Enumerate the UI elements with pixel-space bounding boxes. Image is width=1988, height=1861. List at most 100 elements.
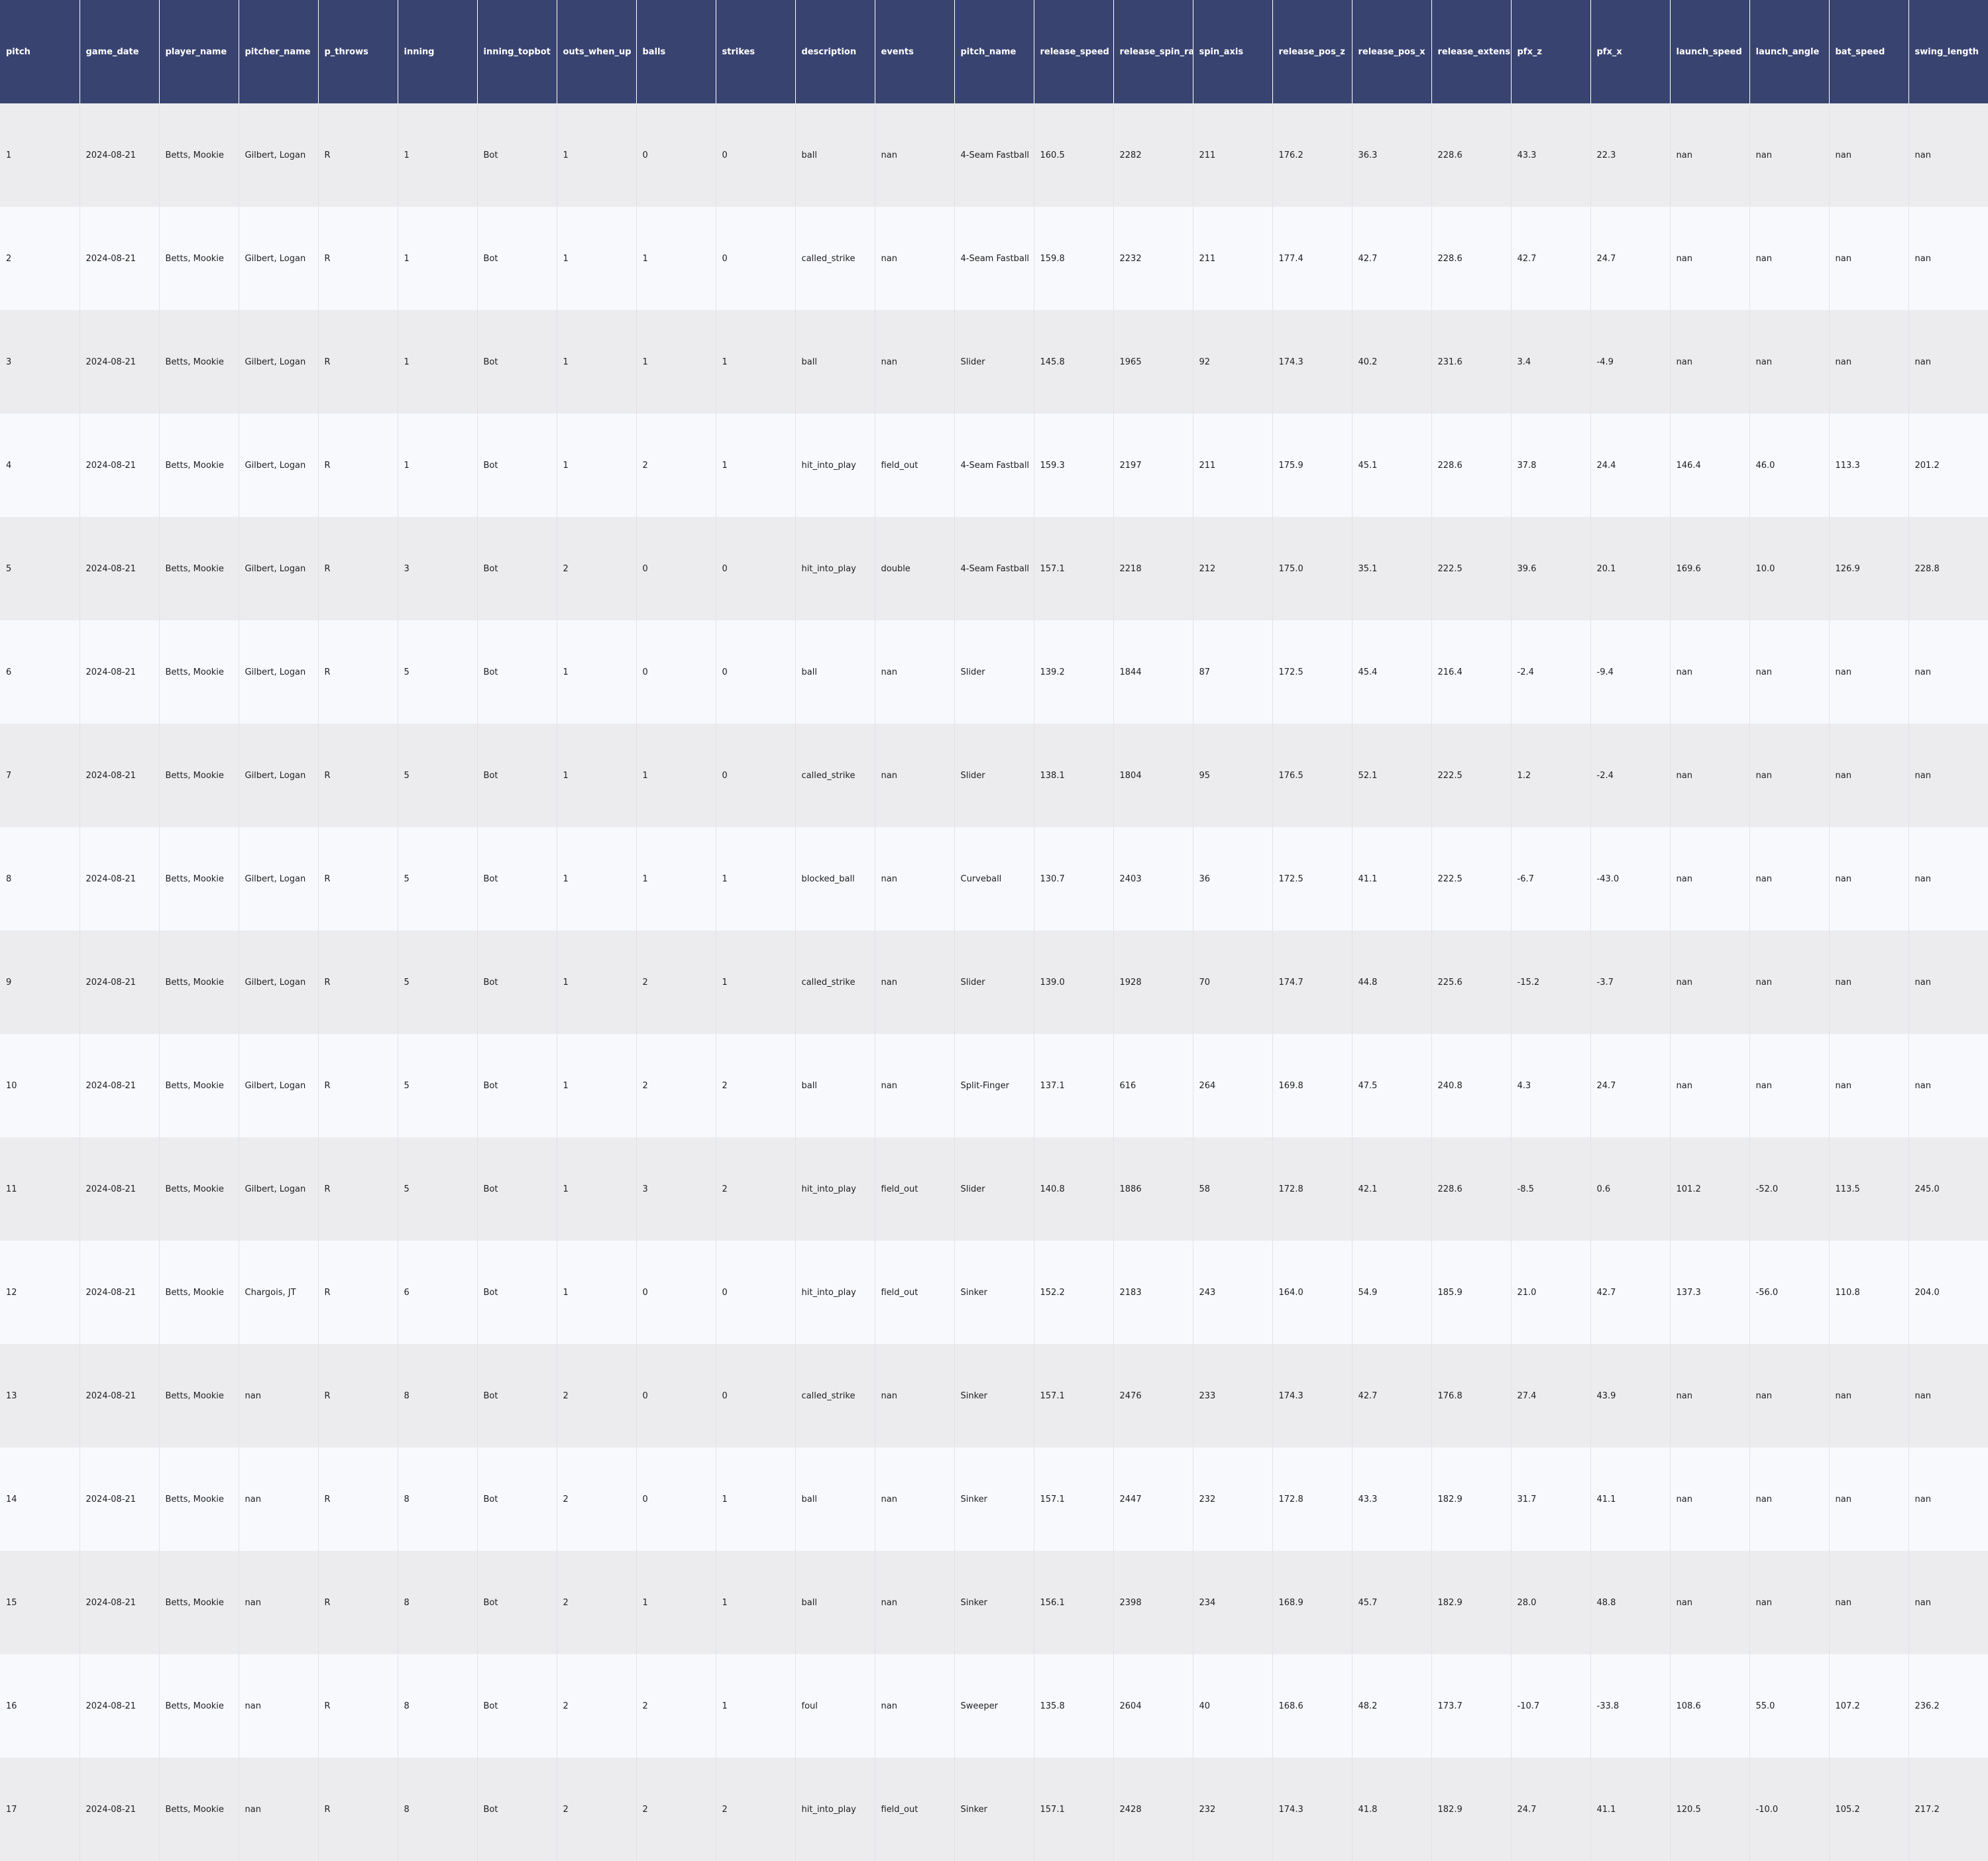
cell-pitch: 7 xyxy=(0,724,80,827)
cell-release-pos-x: 45.4 xyxy=(1352,620,1432,724)
cell-pitcher-name: Gilbert, Logan xyxy=(239,414,319,517)
cell-p-throws: R xyxy=(318,1654,398,1758)
column-header-p-throws[interactable]: p_throws xyxy=(318,0,398,103)
cell-launch-angle: nan xyxy=(1749,930,1830,1034)
column-header-spin-axis[interactable]: spin_axis xyxy=(1193,0,1273,103)
cell-release-spin-rate: 2197 xyxy=(1113,414,1193,517)
cell-pitch: 6 xyxy=(0,620,80,724)
column-header-strikes[interactable]: strikes xyxy=(716,0,796,103)
column-header-release-speed[interactable]: release_speed xyxy=(1034,0,1114,103)
table-row[interactable]: 16 2024-08-21 Betts, Mookie nan R 8 Bot 2 2 1 foul… xyxy=(0,1654,1988,1758)
table-row[interactable]: 14 2024-08-21 Betts, Mookie nan R 8 Bot 2 0 1 ball… xyxy=(0,1447,1988,1551)
column-header-bat-speed[interactable]: bat_speed xyxy=(1829,0,1909,103)
table-row[interactable]: 12 2024-08-21 Betts, Mookie Chargois, JT R 6 B… xyxy=(0,1241,1988,1344)
column-header-events[interactable]: events xyxy=(875,0,955,103)
cell-pitch: 9 xyxy=(0,930,80,1034)
table-row[interactable]: 4 2024-08-21 Betts, Mookie Gilbert, Logan R 1… xyxy=(0,414,1988,517)
cell-strikes: 1 xyxy=(716,414,796,517)
cell-launch-angle: 55.0 xyxy=(1749,1654,1830,1758)
cell-player-name: Betts, Mookie xyxy=(159,827,239,930)
cell-p-throws: R xyxy=(318,103,398,207)
cell-swing-length: nan xyxy=(1908,724,1988,827)
cell-bat-speed: 113.3 xyxy=(1829,414,1909,517)
column-header-launch-angle[interactable]: launch_angle xyxy=(1749,0,1830,103)
cell-pfx-z: 1.2 xyxy=(1511,724,1591,827)
cell-release-pos-x: 48.2 xyxy=(1352,1654,1432,1758)
column-header-release-extension[interactable]: release_extension xyxy=(1431,0,1512,103)
cell-release-spin-rate: 1804 xyxy=(1113,724,1193,827)
cell-launch-angle: -10.0 xyxy=(1749,1758,1830,1861)
column-header-release-pos-x[interactable]: release_pos_x xyxy=(1352,0,1432,103)
cell-strikes: 1 xyxy=(716,1551,796,1654)
column-header-inning[interactable]: inning xyxy=(398,0,478,103)
cell-events: field_out xyxy=(875,1241,955,1344)
column-header-pitch[interactable]: pitch xyxy=(0,0,80,103)
column-header-game-date[interactable]: game_date xyxy=(80,0,160,103)
table-row[interactable]: 8 2024-08-21 Betts, Mookie Gilbert, Logan R 5… xyxy=(0,827,1988,930)
cell-inning: 5 xyxy=(398,620,478,724)
cell-release-extension: 176.8 xyxy=(1431,1344,1512,1447)
cell-strikes: 1 xyxy=(716,827,796,930)
cell-balls: 1 xyxy=(636,1551,716,1654)
cell-bat-speed: nan xyxy=(1829,827,1909,930)
table-row[interactable]: 2 2024-08-21 Betts, Mookie Gilbert, Logan R 1… xyxy=(0,207,1988,310)
column-header-launch-speed[interactable]: launch_speed xyxy=(1670,0,1750,103)
column-header-release-pos-z[interactable]: release_pos_z xyxy=(1272,0,1353,103)
column-header-description[interactable]: description xyxy=(795,0,875,103)
cell-swing-length: nan xyxy=(1908,103,1988,207)
cell-inning: 1 xyxy=(398,310,478,414)
cell-pitch-name: Sinker xyxy=(954,1344,1034,1447)
column-header-swing-length[interactable]: swing_length xyxy=(1908,0,1988,103)
cell-inning: 5 xyxy=(398,827,478,930)
cell-release-spin-rate: 2282 xyxy=(1113,103,1193,207)
cell-swing-length: 217.2 xyxy=(1908,1758,1988,1861)
cell-bat-speed: 105.2 xyxy=(1829,1758,1909,1861)
column-header-release-spin-rate[interactable]: release_spin_rate xyxy=(1113,0,1193,103)
cell-inning: 8 xyxy=(398,1551,478,1654)
cell-pfx-x: 0.6 xyxy=(1590,1137,1671,1241)
table-row[interactable]: 11 2024-08-21 Betts, Mookie Gilbert, Logan R… xyxy=(0,1137,1988,1241)
column-header-pfx-x[interactable]: pfx_x xyxy=(1590,0,1671,103)
table-row[interactable]: 17 2024-08-21 Betts, Mookie nan R 8 Bot 2 2 2 hit_… xyxy=(0,1758,1988,1861)
column-header-balls[interactable]: balls xyxy=(636,0,716,103)
cell-release-speed: 152.2 xyxy=(1034,1241,1114,1344)
cell-release-extension: 228.6 xyxy=(1431,414,1512,517)
column-header-inning-topbot[interactable]: inning_topbot xyxy=(477,0,557,103)
table-row[interactable]: 15 2024-08-21 Betts, Mookie nan R 8 Bot 2 1 1 ball… xyxy=(0,1551,1988,1654)
cell-launch-speed: 108.6 xyxy=(1670,1654,1750,1758)
cell-swing-length: 228.8 xyxy=(1908,517,1988,620)
table-row[interactable]: 13 2024-08-21 Betts, Mookie nan R 8 Bot 2 0 0 call… xyxy=(0,1344,1988,1447)
cell-inning-topbot: Bot xyxy=(477,517,557,620)
cell-inning-topbot: Bot xyxy=(477,620,557,724)
table-row[interactable]: 9 2024-08-21 Betts, Mookie Gilbert, Logan R 5… xyxy=(0,930,1988,1034)
table-row[interactable]: 1 2024-08-21 Betts, Mookie Gilbert, Logan R 1… xyxy=(0,103,1988,207)
cell-outs-when-up: 2 xyxy=(557,1344,637,1447)
column-header-outs-when-up[interactable]: outs_when_up xyxy=(557,0,637,103)
cell-pitch: 15 xyxy=(0,1551,80,1654)
column-header-pitch-name[interactable]: pitch_name xyxy=(954,0,1034,103)
table-row[interactable]: 10 2024-08-21 Betts, Mookie Gilbert, Logan R… xyxy=(0,1034,1988,1137)
column-header-pitcher-name[interactable]: pitcher_name xyxy=(239,0,319,103)
table-row[interactable]: 7 2024-08-21 Betts, Mookie Gilbert, Logan R 5… xyxy=(0,724,1988,827)
column-header-pfx-z[interactable]: pfx_z xyxy=(1511,0,1591,103)
cell-release-spin-rate: 616 xyxy=(1113,1034,1193,1137)
cell-strikes: 0 xyxy=(716,724,796,827)
cell-pfx-z: -2.4 xyxy=(1511,620,1591,724)
cell-launch-angle: nan xyxy=(1749,620,1830,724)
cell-spin-axis: 212 xyxy=(1193,517,1273,620)
cell-pfx-x: -4.9 xyxy=(1590,310,1671,414)
table-row[interactable]: 6 2024-08-21 Betts, Mookie Gilbert, Logan R 5… xyxy=(0,620,1988,724)
cell-pitcher-name: Gilbert, Logan xyxy=(239,620,319,724)
cell-outs-when-up: 1 xyxy=(557,930,637,1034)
cell-release-pos-x: 35.1 xyxy=(1352,517,1432,620)
column-header-player-name[interactable]: player_name xyxy=(159,0,239,103)
table-row[interactable]: 5 2024-08-21 Betts, Mookie Gilbert, Logan R 3… xyxy=(0,517,1988,620)
cell-bat-speed: nan xyxy=(1829,1447,1909,1551)
cell-release-speed: 139.2 xyxy=(1034,620,1114,724)
cell-launch-angle: nan xyxy=(1749,1447,1830,1551)
table-row[interactable]: 3 2024-08-21 Betts, Mookie Gilbert, Logan R 1… xyxy=(0,310,1988,414)
cell-strikes: 2 xyxy=(716,1137,796,1241)
cell-outs-when-up: 2 xyxy=(557,1758,637,1861)
cell-game-date: 2024-08-21 xyxy=(80,517,160,620)
cell-launch-speed: nan xyxy=(1670,930,1750,1034)
